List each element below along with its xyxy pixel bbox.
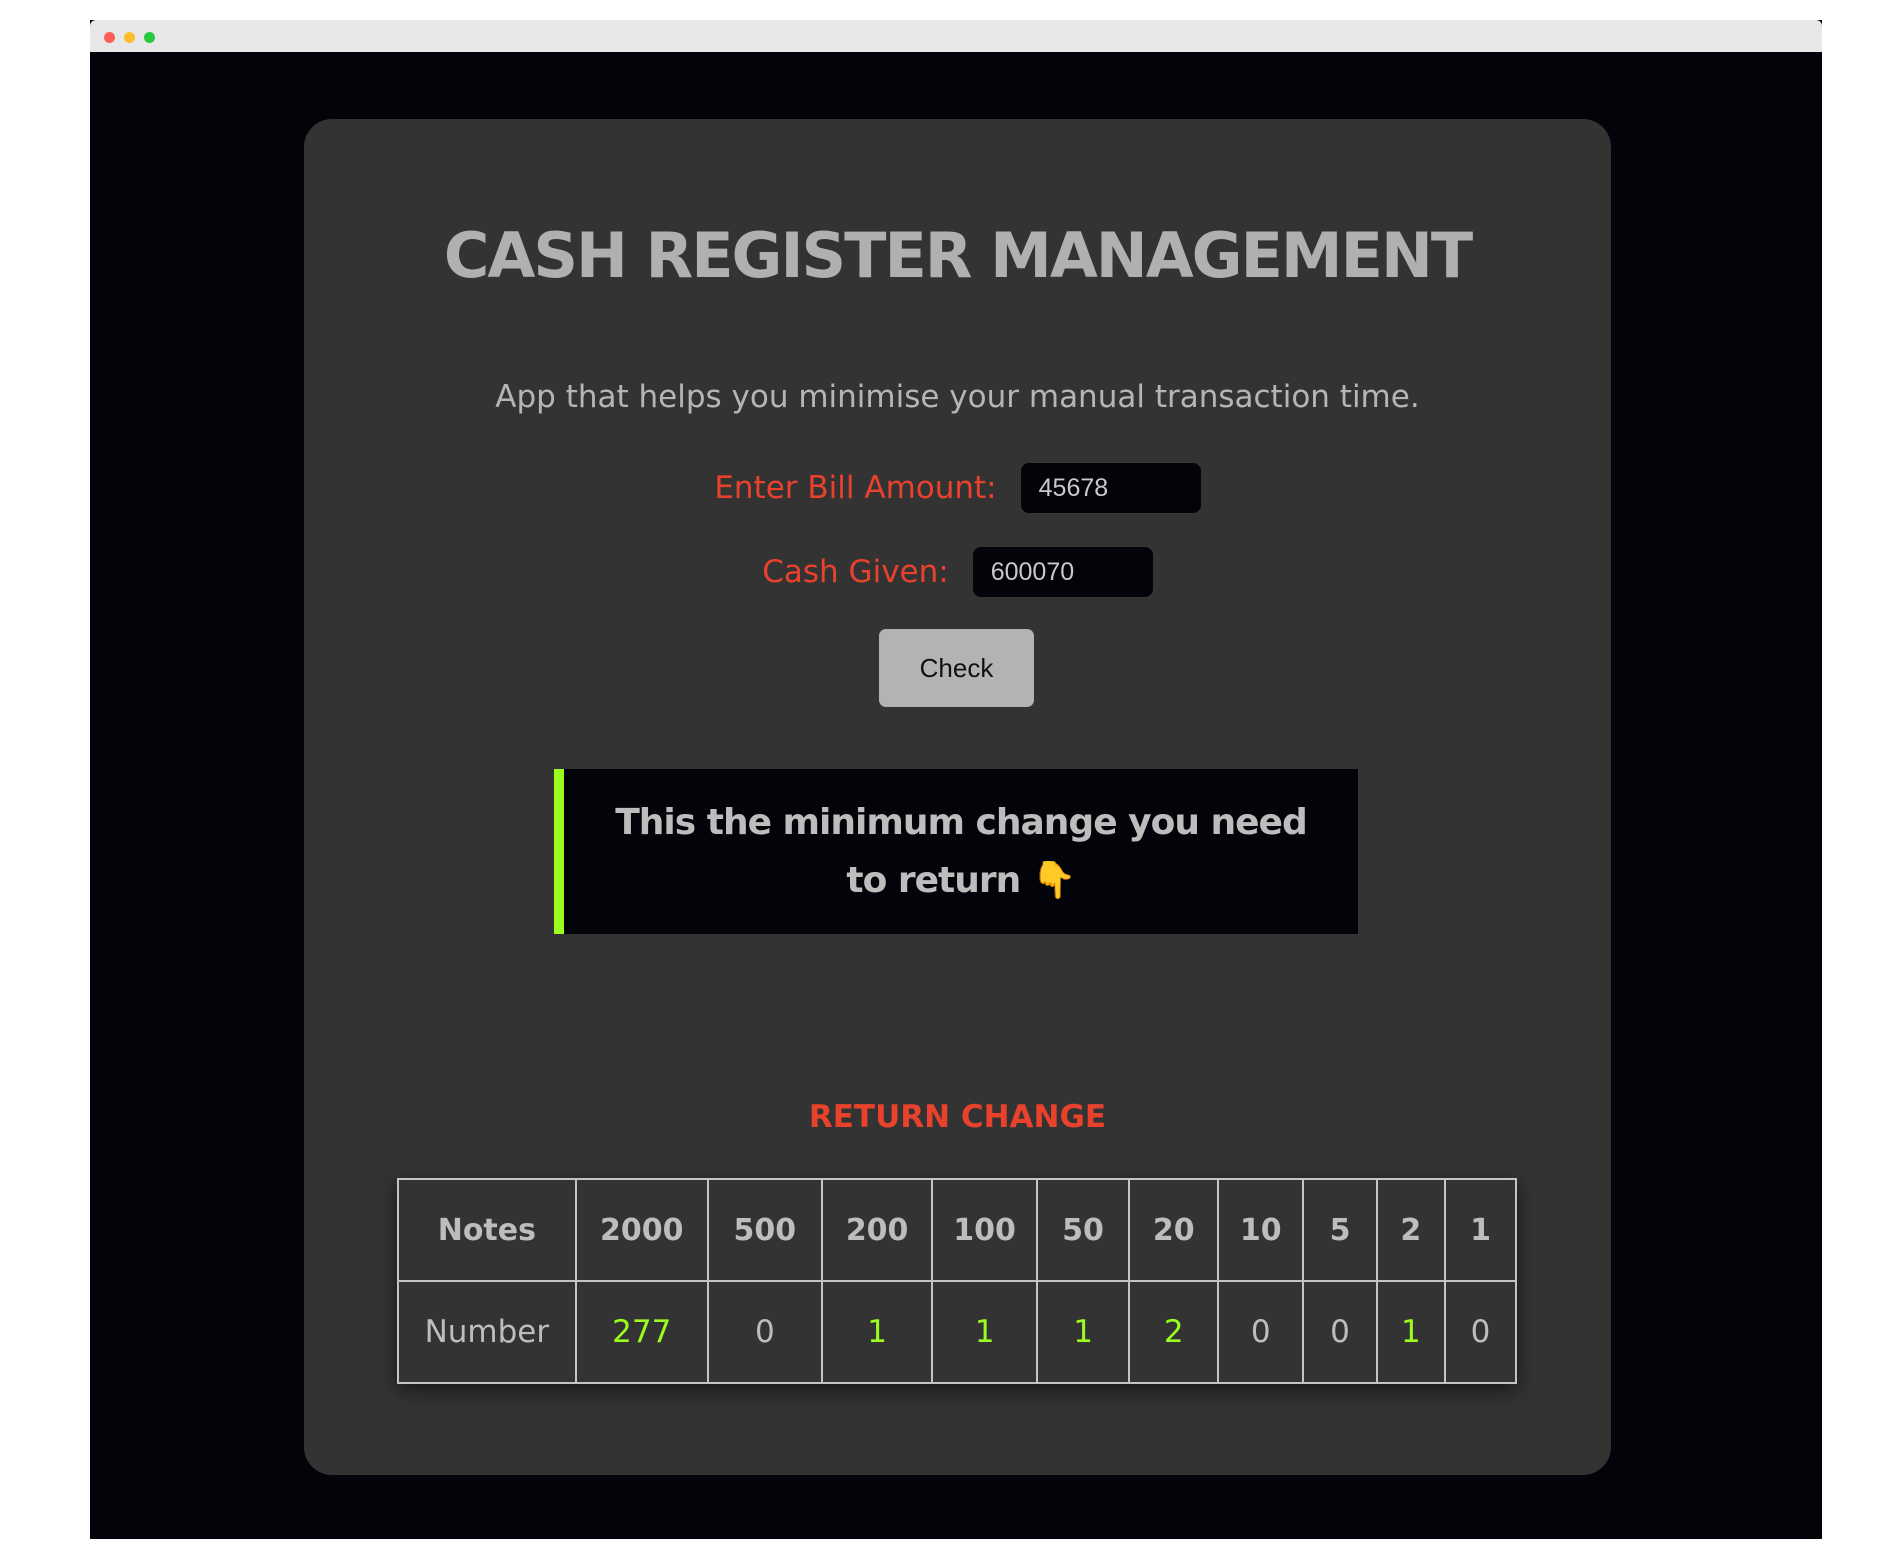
note-cell: 2 bbox=[1375, 1178, 1447, 1282]
return-change-table: Notes 2000 500 200 100 50 20 10 5 2 1 Nu… bbox=[397, 1178, 1517, 1384]
notes-row: Notes 2000 500 200 100 50 20 10 5 2 1 bbox=[397, 1178, 1517, 1282]
check-button[interactable]: Check bbox=[879, 629, 1034, 707]
page-title: CASH REGISTER MANAGEMENT bbox=[443, 219, 1473, 292]
number-row: Number 277 0 1 1 1 2 0 0 1 0 bbox=[397, 1280, 1517, 1384]
note-cell: 200 bbox=[820, 1178, 934, 1282]
bill-amount-input[interactable] bbox=[1020, 463, 1201, 513]
minimize-window-icon[interactable] bbox=[124, 32, 135, 43]
note-cell: 50 bbox=[1035, 1178, 1131, 1282]
cash-given-label: Cash Given: bbox=[762, 554, 949, 590]
page-viewport: CASH REGISTER MANAGEMENT App that helps … bbox=[90, 52, 1822, 1539]
note-cell: 1 bbox=[1444, 1178, 1517, 1282]
count-cell: 0 bbox=[1302, 1280, 1378, 1384]
note-cell: 100 bbox=[931, 1178, 1038, 1282]
cash-given-input[interactable] bbox=[972, 547, 1153, 597]
count-cell: 1 bbox=[820, 1280, 934, 1384]
count-cell: 0 bbox=[706, 1280, 823, 1384]
count-cell: 0 bbox=[1444, 1280, 1517, 1384]
bill-amount-label: Enter Bill Amount: bbox=[714, 470, 997, 506]
maximize-window-icon[interactable] bbox=[144, 32, 155, 43]
bill-amount-row: Enter Bill Amount: bbox=[304, 463, 1611, 513]
return-change-heading: RETURN CHANGE bbox=[808, 1099, 1107, 1135]
note-cell: 5 bbox=[1302, 1178, 1378, 1282]
count-cell: 1 bbox=[1035, 1280, 1131, 1384]
note-cell: 2000 bbox=[574, 1178, 709, 1282]
browser-window: CASH REGISTER MANAGEMENT App that helps … bbox=[90, 20, 1822, 1539]
note-cell: 20 bbox=[1128, 1178, 1220, 1282]
count-cell: 1 bbox=[1375, 1280, 1447, 1384]
result-message-text: This the minimum change you need to retu… bbox=[615, 801, 1307, 901]
number-header-cell: Number bbox=[397, 1280, 577, 1384]
count-cell: 277 bbox=[574, 1280, 709, 1384]
app-card: CASH REGISTER MANAGEMENT App that helps … bbox=[304, 119, 1611, 1475]
count-cell: 1 bbox=[931, 1280, 1038, 1384]
app-description: App that helps you minimise your manual … bbox=[495, 379, 1420, 415]
close-window-icon[interactable] bbox=[104, 32, 115, 43]
count-cell: 2 bbox=[1128, 1280, 1220, 1384]
browser-titlebar bbox=[90, 20, 1822, 52]
count-cell: 0 bbox=[1217, 1280, 1305, 1384]
result-message-box: This the minimum change you need to retu… bbox=[554, 769, 1358, 934]
note-cell: 10 bbox=[1217, 1178, 1305, 1282]
notes-header-cell: Notes bbox=[397, 1178, 577, 1282]
cash-given-row: Cash Given: bbox=[304, 547, 1611, 597]
note-cell: 500 bbox=[706, 1178, 823, 1282]
